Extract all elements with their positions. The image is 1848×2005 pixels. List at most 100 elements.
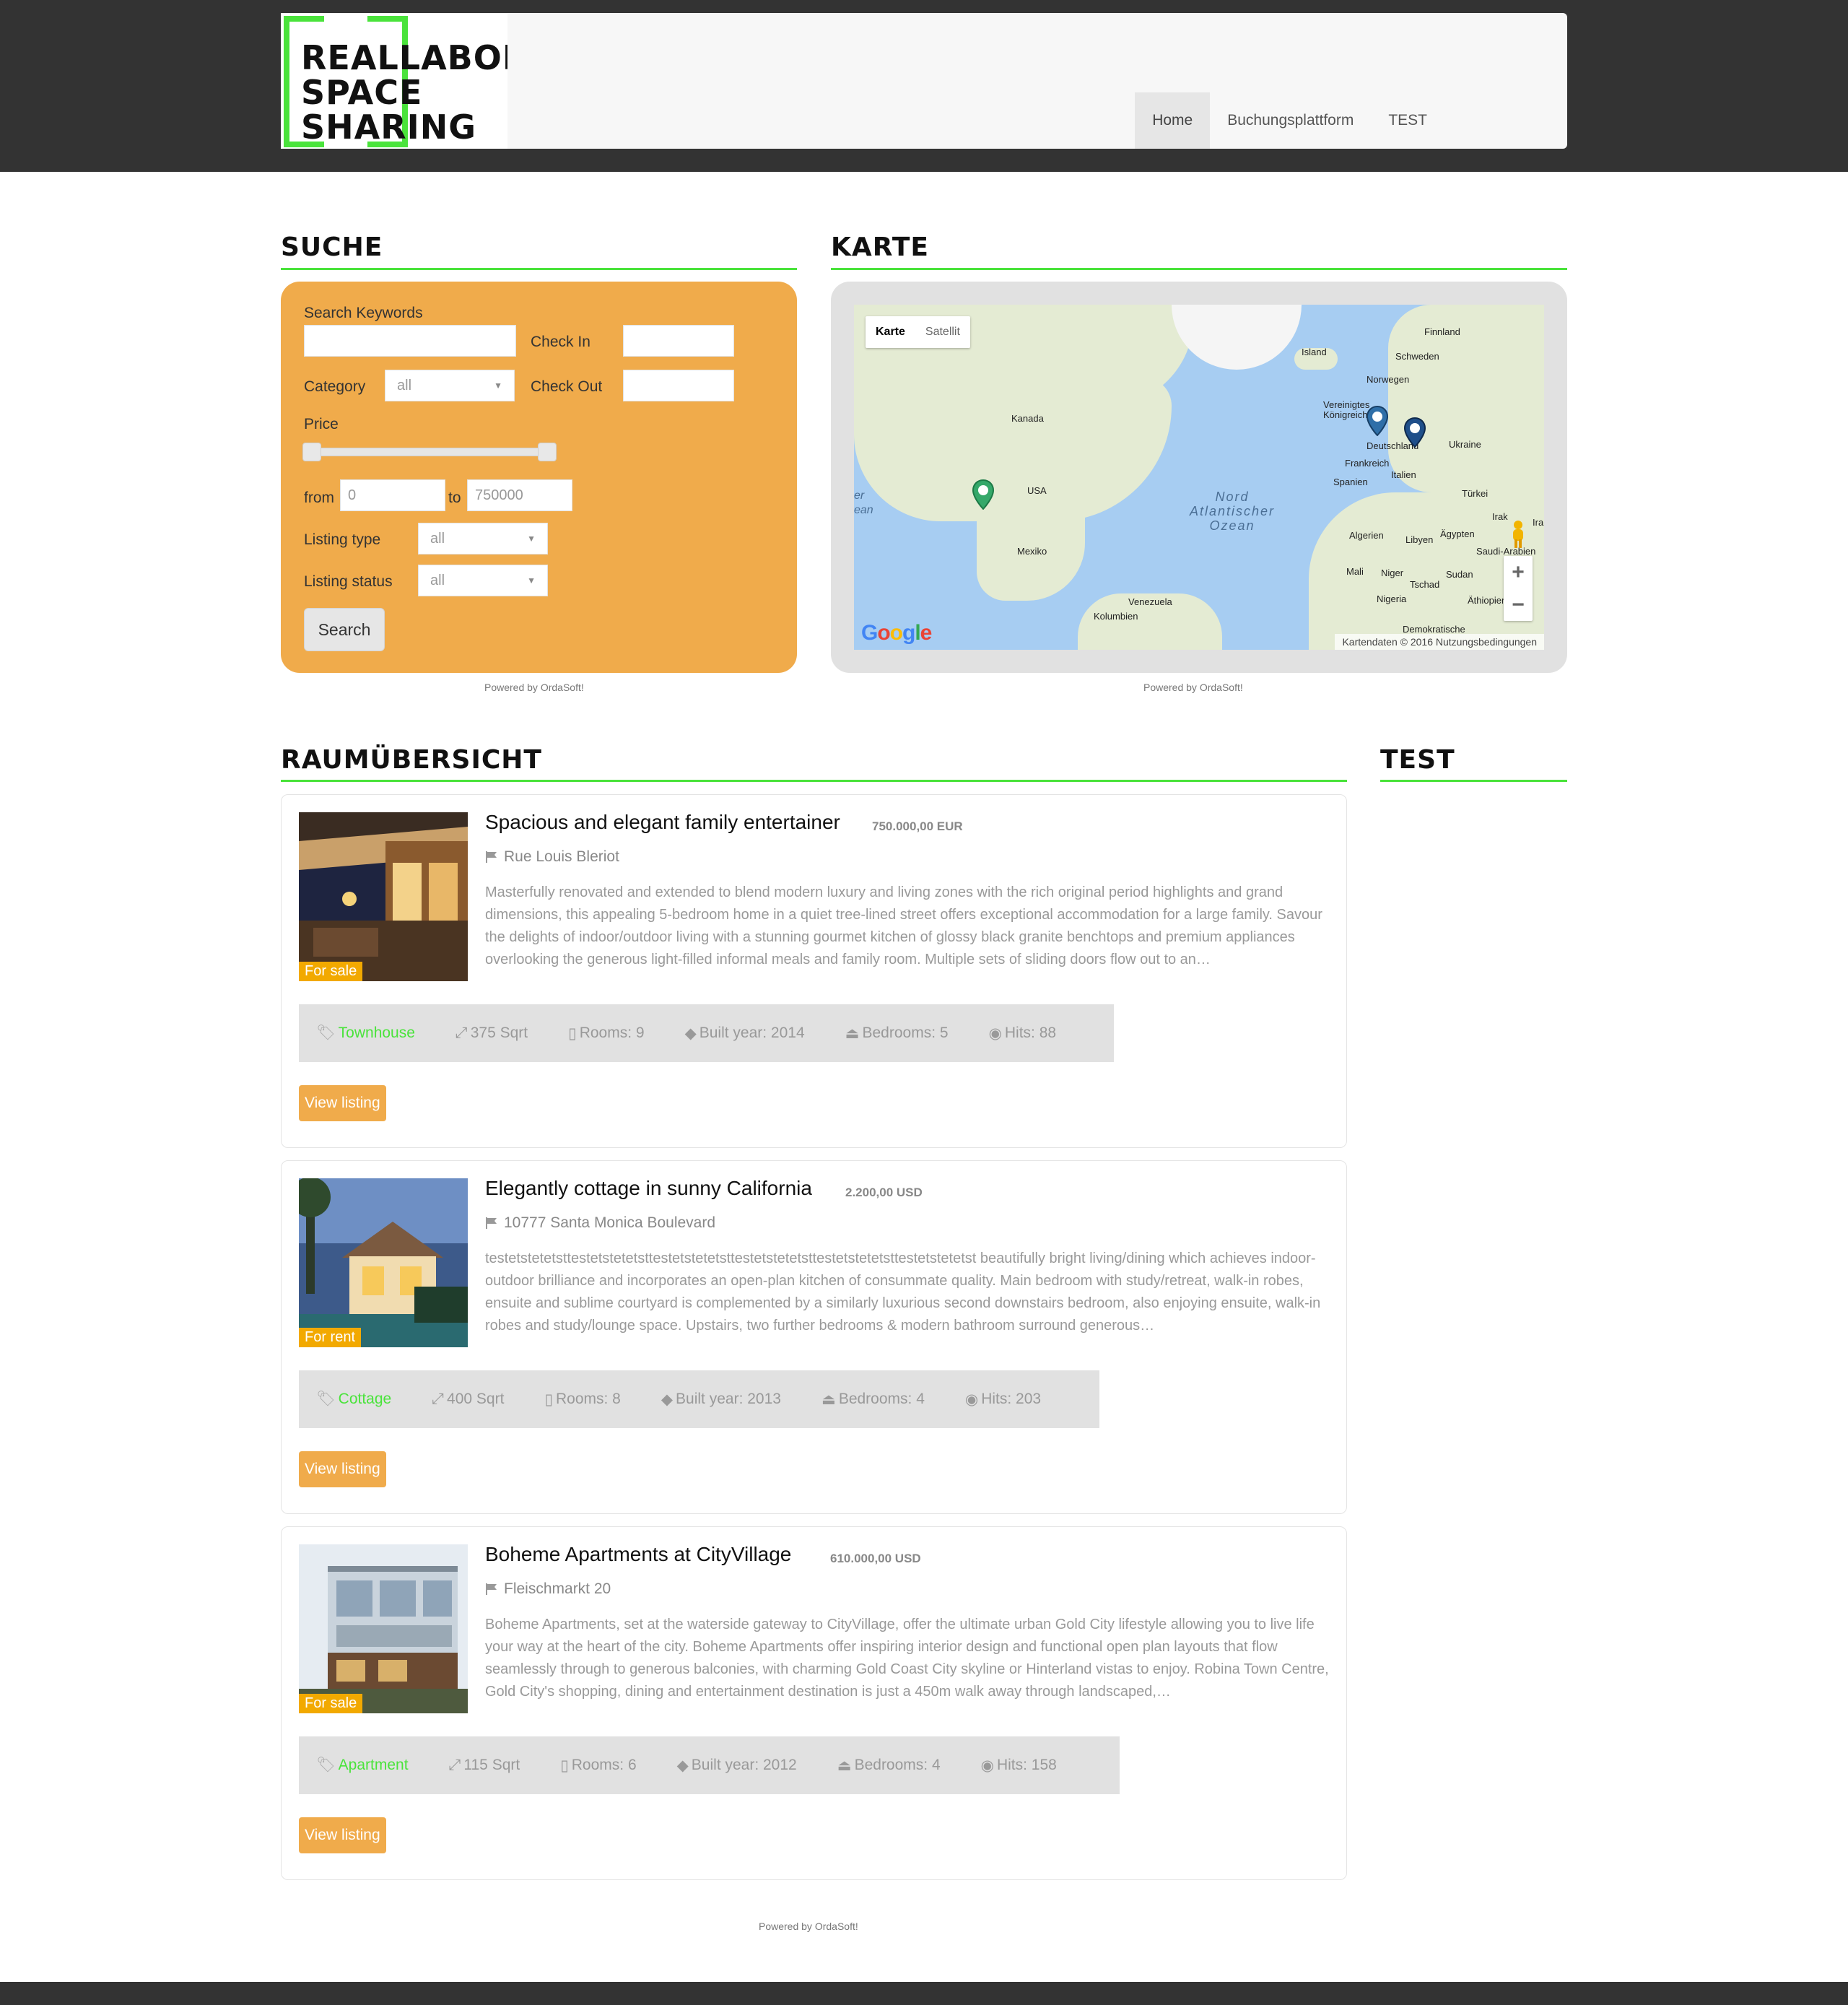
listing-category-text: Apartment xyxy=(338,1757,409,1773)
listing-meta-bar: 🏷 Apartment ⤢ 115 Sqrt ▯ Rooms: 6 ◆ Built ye… xyxy=(299,1736,1120,1794)
keywords-input[interactable] xyxy=(304,325,516,357)
eye-icon: ◉ xyxy=(964,1391,979,1408)
zoom-in-button[interactable]: + xyxy=(1504,556,1533,588)
listing-title[interactable]: Boheme Apartments at CityVillage xyxy=(485,1543,791,1566)
listing-size-text: 115 Sqrt xyxy=(463,1757,520,1773)
view-listing-button[interactable]: View listing xyxy=(299,1085,386,1121)
listing-rooms-text: Rooms: 6 xyxy=(571,1757,637,1773)
listing-photo xyxy=(299,812,468,981)
search-powered-by[interactable]: Powered by OrdaSoft! xyxy=(484,682,584,693)
map-label-tschad: Tschad xyxy=(1410,579,1440,590)
zoom-out-button[interactable]: − xyxy=(1504,588,1533,621)
listing-category[interactable]: 🏷 Townhouse xyxy=(316,1025,415,1042)
listing-status-select[interactable]: all ▼ xyxy=(418,565,548,596)
map-label-pacific-1: er xyxy=(854,490,865,502)
listing-rooms: ▯ Rooms: 6 xyxy=(560,1757,636,1775)
listing-status-badge: For rent xyxy=(299,1328,362,1347)
listing-address: Rue Louis Bleriot xyxy=(485,848,619,866)
map-type-satellite[interactable]: Satellit xyxy=(915,316,970,348)
listings-powered-by[interactable]: Powered by OrdaSoft! xyxy=(759,1921,858,1932)
chevron-down-icon: ▼ xyxy=(494,380,502,391)
flag-icon xyxy=(486,1583,497,1595)
map-label-norwegen: Norwegen xyxy=(1367,374,1410,385)
listing-type-select-value: all xyxy=(430,530,445,547)
drop-icon: ◆ xyxy=(676,1757,689,1774)
map-label-sudan: Sudan xyxy=(1446,569,1473,580)
category-select[interactable]: all ▼ xyxy=(385,370,515,401)
listing-title[interactable]: Elegantly cottage in sunny California xyxy=(485,1177,812,1200)
map-label-italien: Italien xyxy=(1391,469,1416,480)
map-marker-california[interactable] xyxy=(972,479,994,510)
listing-image[interactable]: For sale xyxy=(299,812,468,981)
search-title-underline xyxy=(281,268,797,270)
keywords-label: Search Keywords xyxy=(304,305,423,321)
price-from-input[interactable]: 0 xyxy=(340,479,445,511)
bed-icon: ⏏ xyxy=(837,1757,852,1774)
listing-rooms: ▯ Rooms: 9 xyxy=(568,1025,644,1043)
price-slider-track[interactable] xyxy=(304,448,557,456)
eye-icon: ◉ xyxy=(980,1757,994,1774)
price-to-input[interactable]: 750000 xyxy=(467,479,572,511)
price-slider-min-handle[interactable] xyxy=(302,443,321,461)
listing-price: 2.200,00 USD xyxy=(845,1186,923,1199)
chevron-down-icon: ▼ xyxy=(527,534,536,544)
nav-item-buchungsplattform[interactable]: Buchungsplattform xyxy=(1210,92,1371,149)
listing-hits: ◉ Hits: 158 xyxy=(981,1757,1057,1775)
price-slider-max-handle[interactable] xyxy=(538,443,557,461)
listing-title[interactable]: Spacious and elegant family entertainer xyxy=(485,811,840,834)
listing-image[interactable]: For rent xyxy=(299,1178,468,1347)
site-logo[interactable]: REALLABOR SPACE SHARING xyxy=(281,13,507,149)
listing-category[interactable]: 🏷 Apartment xyxy=(316,1757,409,1774)
map-label-aegypten: Ägypten xyxy=(1440,529,1475,539)
chevron-down-icon: ▼ xyxy=(527,575,536,586)
map-marker-france[interactable] xyxy=(1367,406,1388,436)
map-label-irak: Irak xyxy=(1492,511,1508,522)
listing-hits-text: Hits: 158 xyxy=(996,1757,1057,1773)
top-bar: REALLABOR SPACE SHARING Home Buchungspla… xyxy=(0,0,1848,172)
nav-item-test[interactable]: TEST xyxy=(1371,92,1444,149)
search-button[interactable]: Search xyxy=(304,608,385,651)
listings-section-title: RAUMÜBERSICHT xyxy=(281,745,542,775)
listing-rooms-text: Rooms: 9 xyxy=(579,1025,645,1041)
listing-type-select[interactable]: all ▼ xyxy=(418,523,548,554)
listing-size: ⤢ 115 Sqrt xyxy=(449,1757,520,1774)
map-label-mali: Mali xyxy=(1346,566,1364,577)
listing-price: 610.000,00 USD xyxy=(830,1552,921,1565)
side-title-underline xyxy=(1380,780,1567,782)
listing-built-text: Built year: 2013 xyxy=(676,1391,781,1407)
checkout-input[interactable] xyxy=(623,370,734,401)
checkin-input[interactable] xyxy=(623,325,734,357)
map-marker-vienna[interactable] xyxy=(1404,417,1426,448)
google-map[interactable]: Karte Satellit Island Finnland Schweden … xyxy=(854,305,1544,650)
map-type-map[interactable]: Karte xyxy=(866,316,915,348)
category-select-value: all xyxy=(397,377,412,393)
bed-icon: ⏏ xyxy=(821,1391,836,1408)
map-attribution[interactable]: Kartendaten © 2016 Nutzungsbedingungen xyxy=(1335,634,1544,650)
map-type-control: Karte Satellit xyxy=(866,316,970,348)
listing-meta-bar: 🏷 Townhouse ⤢ 375 Sqrt ▯ Rooms: 9 ◆ Built ye… xyxy=(299,1004,1114,1062)
logo-line-3: SHARING xyxy=(301,108,477,147)
listing-built-text: Built year: 2014 xyxy=(699,1025,805,1041)
main-nav: Home Buchungsplattform TEST xyxy=(1135,92,1444,149)
map-label-pacific-2: ean xyxy=(854,504,873,516)
listings-title-underline xyxy=(281,780,1347,782)
map-label-mexiko: Mexiko xyxy=(1017,546,1047,557)
map-powered-by[interactable]: Powered by OrdaSoft! xyxy=(1143,682,1243,693)
map-land-europe xyxy=(1388,305,1544,492)
view-listing-button[interactable]: View listing xyxy=(299,1451,386,1487)
pegman-icon[interactable] xyxy=(1509,520,1527,549)
map-label-saudi-arabien: Saudi-Arabien xyxy=(1476,546,1536,557)
nav-item-home[interactable]: Home xyxy=(1135,92,1211,149)
listing-rooms: ▯ Rooms: 8 xyxy=(544,1391,620,1409)
door-icon: ▯ xyxy=(560,1757,569,1774)
footer-bar xyxy=(0,1982,1848,2005)
view-listing-button[interactable]: View listing xyxy=(299,1817,386,1853)
map-label-tuerkei: Türkei xyxy=(1462,488,1489,499)
google-logo[interactable]: Google xyxy=(861,621,932,645)
listing-built: ◆ Built year: 2013 xyxy=(661,1391,781,1409)
listing-image[interactable]: For sale xyxy=(299,1544,468,1713)
map-title-underline xyxy=(831,268,1567,270)
logo-line-1: REALLABOR xyxy=(301,38,507,77)
listing-category[interactable]: 🏷 Cottage xyxy=(316,1391,391,1408)
door-icon: ▯ xyxy=(544,1391,553,1408)
